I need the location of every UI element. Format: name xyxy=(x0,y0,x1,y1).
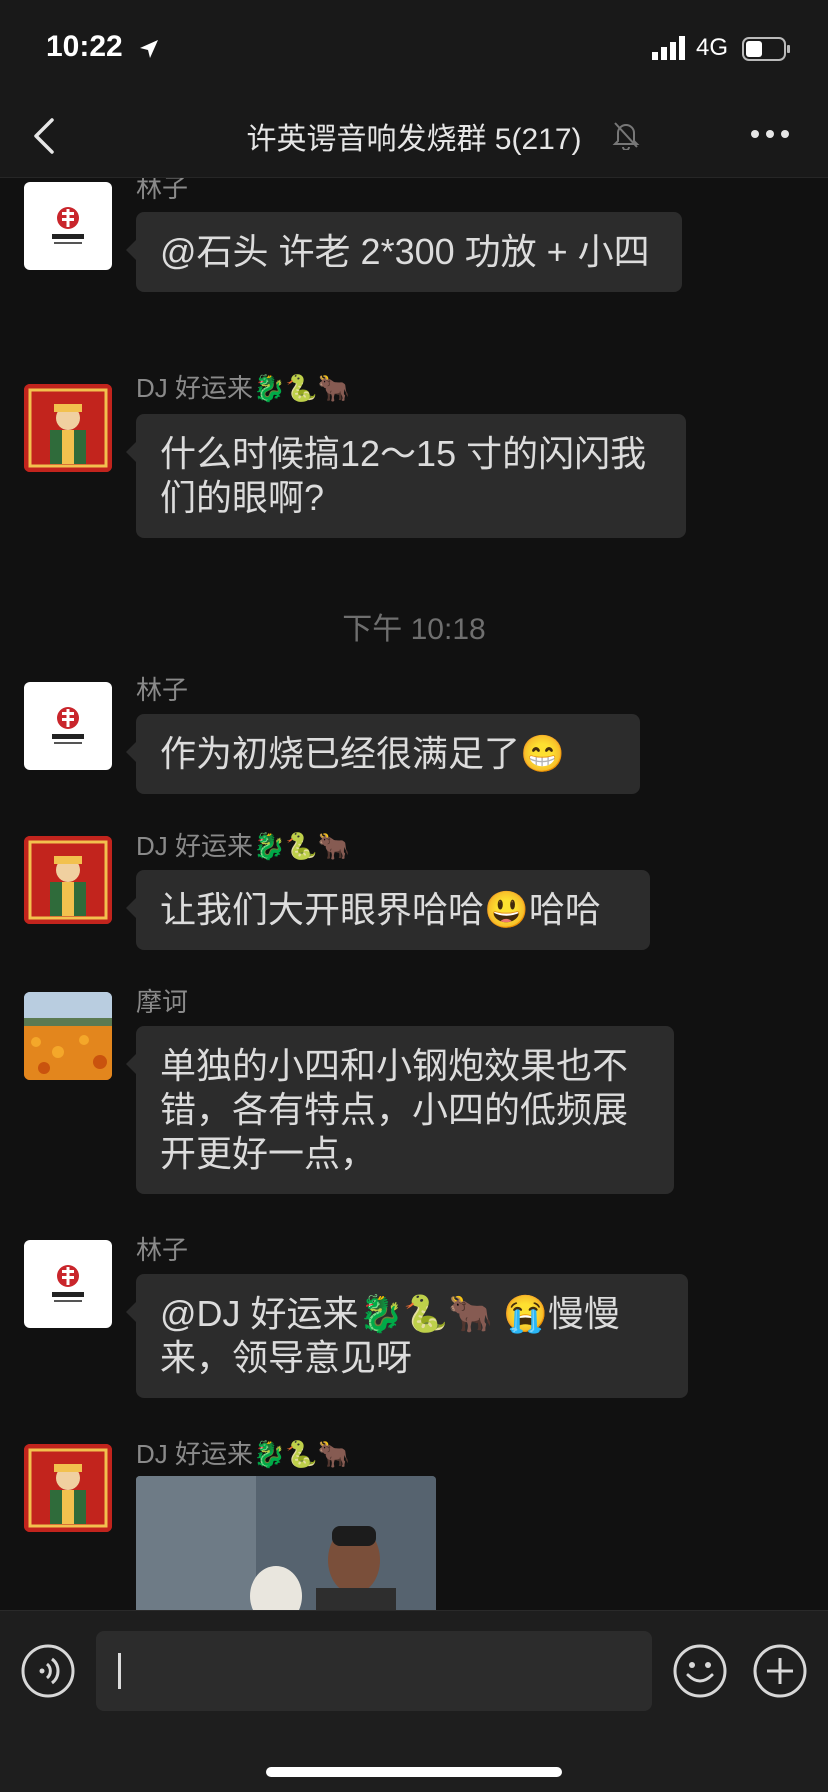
nav-bar: 许英谔音响发烧群 5(217) xyxy=(0,100,828,178)
plus-icon[interactable] xyxy=(752,1643,808,1699)
sender-name: 林子 xyxy=(136,675,189,705)
avatar[interactable] xyxy=(24,1240,112,1328)
home-indicator xyxy=(266,1767,562,1777)
message: 林子 @石头 许老 2*300 功放 + 小四 xyxy=(0,178,828,336)
chat-title: 许英谔音响发烧群 5(217) xyxy=(0,114,828,158)
battery-icon xyxy=(742,37,790,61)
god-of-wealth-image-icon xyxy=(24,836,112,924)
voice-icon[interactable] xyxy=(20,1643,76,1699)
avatar[interactable] xyxy=(24,384,112,472)
message-bubble[interactable]: 作为初烧已经很满足了😁 xyxy=(126,714,640,794)
message-bubble[interactable]: 单独的小四和小钢炮效果也不错，各有特点，小四的低频展开更好一点， xyxy=(126,1026,674,1194)
more-dots-icon[interactable] xyxy=(750,128,790,140)
input-bar xyxy=(0,1610,828,1792)
timestamp: 下午 10:18 xyxy=(342,613,486,646)
sender-name: 林子 xyxy=(136,1235,189,1265)
avatar[interactable] xyxy=(24,682,112,770)
message: 林子 @DJ 好运来🐉🐍🐂 😭慢慢来，领导意见呀 xyxy=(0,1230,828,1400)
image-message[interactable] xyxy=(136,1476,436,1610)
sender-name: DJ 好运来🐉🐍🐂 xyxy=(136,1439,351,1469)
message: 摩诃 单独的小四和小钢炮效果也不错，各有特点，小四的低频展开更好一点， xyxy=(0,980,828,1200)
chat-title-text: 许英谔音响发烧群 5(217) xyxy=(246,123,582,156)
message-bubble[interactable]: 什么时候搞12～15 寸的闪闪我们的眼啊? xyxy=(126,414,686,538)
status-bar: 10:22 4G xyxy=(0,0,828,100)
sender-name: 林子 xyxy=(136,178,189,203)
message-bubble[interactable]: @石头 许老 2*300 功放 + 小四 xyxy=(126,212,682,292)
photo-thumbnail-icon xyxy=(136,1476,436,1610)
status-time: 10:22 xyxy=(46,30,123,63)
flower-field-image-icon xyxy=(24,992,112,1080)
signal-icon xyxy=(652,36,685,60)
company-logo-icon xyxy=(52,1265,84,1302)
company-logo-icon xyxy=(52,207,84,244)
bell-slash-icon xyxy=(612,122,640,150)
message: DJ 好运来🐉🐍🐂 什么时候搞12～15 寸的闪闪我们的眼啊? xyxy=(0,368,828,538)
network-type: 4G xyxy=(696,34,729,61)
emoji-icon[interactable] xyxy=(672,1643,728,1699)
chat-area[interactable]: 林子 @石头 许老 2*300 功放 + 小四 DJ 好运来🐉🐍🐂 什么时候搞1… xyxy=(0,178,828,1610)
message-input[interactable] xyxy=(96,1631,652,1711)
avatar[interactable] xyxy=(24,182,112,270)
avatar[interactable] xyxy=(24,1444,112,1532)
message: DJ 好运来🐉🐍🐂 让我们大开眼界哈哈😃哈哈 xyxy=(0,826,828,950)
god-of-wealth-image-icon xyxy=(24,384,112,472)
avatar[interactable] xyxy=(24,992,112,1080)
message: 林子 作为初烧已经很满足了😁 xyxy=(0,670,828,794)
company-logo-icon xyxy=(52,707,84,744)
message-bubble[interactable]: 让我们大开眼界哈哈😃哈哈 xyxy=(126,870,650,950)
message: DJ 好运来🐉🐍🐂 xyxy=(0,1434,828,1610)
message-bubble[interactable]: @DJ 好运来🐉🐍🐂 😭慢慢来，领导意见呀 xyxy=(126,1274,688,1398)
sender-name: DJ 好运来🐉🐍🐂 xyxy=(136,831,351,861)
avatar[interactable] xyxy=(24,836,112,924)
sender-name: DJ 好运来🐉🐍🐂 xyxy=(136,373,351,403)
sender-name: 摩诃 xyxy=(136,987,189,1017)
location-arrow-icon xyxy=(140,40,158,58)
god-of-wealth-image-icon xyxy=(24,1444,112,1532)
text-caret xyxy=(118,1653,121,1689)
